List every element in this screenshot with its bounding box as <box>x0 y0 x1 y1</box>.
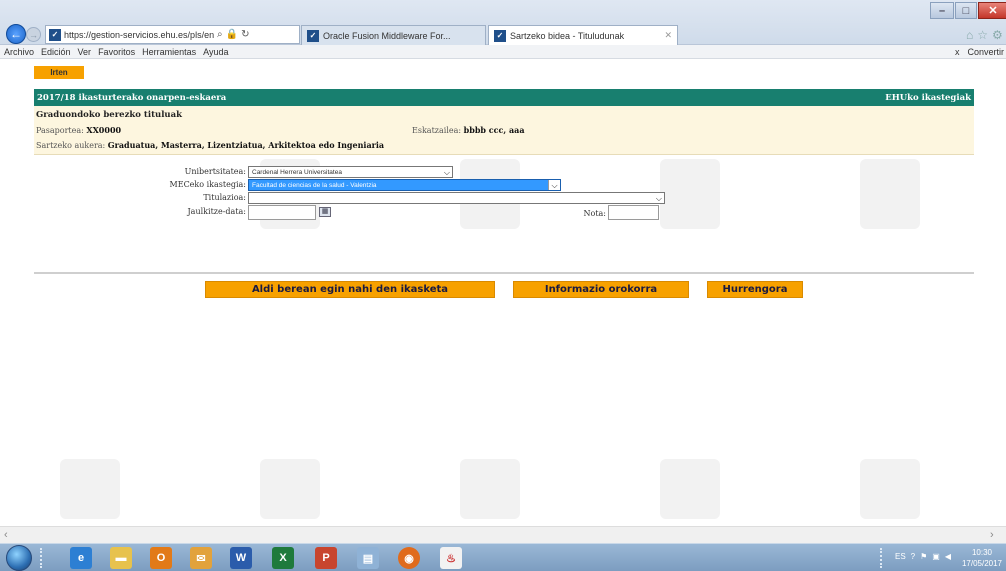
watermark-shape <box>660 459 720 519</box>
menu-bar-right: x Convertir <box>955 45 1006 59</box>
firefox-icon[interactable]: ◉ <box>398 547 420 569</box>
tab-favicon-icon: ✓ <box>307 29 319 42</box>
word-icon[interactable]: W <box>230 547 252 569</box>
watermark-shape <box>860 459 920 519</box>
university-select[interactable]: Cardenal Herrera Universitatea ⌵ <box>248 166 453 178</box>
site-favicon-icon: ✓ <box>49 28 61 41</box>
grade-label: Nota: <box>583 209 607 218</box>
clock[interactable]: 10:30 17/05/2017 <box>960 547 1004 569</box>
applicant-info-box: Graduondoko berezko tituluak Pasaportea:… <box>34 106 974 155</box>
browser-tab-sartzeko[interactable]: ✓ Sartzeko bidea - Tituludunak ✕ <box>488 25 678 45</box>
menu-favoritos[interactable]: Favoritos <box>98 47 135 57</box>
simultaneous-studies-button[interactable]: Aldi berean egin nahi den ikasketa <box>205 281 495 298</box>
network-icon[interactable]: ▣ <box>932 552 940 561</box>
close-window-button[interactable]: ✕ <box>978 2 1006 19</box>
menu-bar: Archivo Edición Ver Favoritos Herramient… <box>0 45 1006 59</box>
section-header-bar: 2017/18 ikasturterako onarpen-eskaera EH… <box>34 89 974 106</box>
flag-icon[interactable]: ⚑ <box>920 552 927 561</box>
back-button[interactable]: ← <box>6 24 26 44</box>
chevron-down-icon: ⌵ <box>655 194 662 203</box>
menu-archivo[interactable]: Archivo <box>4 47 34 57</box>
volume-icon[interactable]: ◀ <box>945 552 951 561</box>
folder-icon[interactable]: ▬ <box>110 547 132 569</box>
mec-select[interactable]: Facultad de ciencias de la salud - Valen… <box>248 179 561 191</box>
email-client-icon[interactable]: ✉ <box>190 547 212 569</box>
forward-button[interactable]: → <box>26 27 41 42</box>
exit-button[interactable]: Irten <box>34 66 84 79</box>
mec-label: MECeko ikastegia: <box>169 180 246 189</box>
watermark-shape <box>260 459 320 519</box>
degree-label: Titulazioa: <box>203 193 246 202</box>
passport-value: XX0000 <box>86 125 122 135</box>
chevron-down-icon: ⌵ <box>443 168 450 177</box>
address-bar[interactable]: ✓ https://gestion-servicios.ehu.es/pls/e… <box>45 25 300 44</box>
chevron-down-icon: ⌵ <box>548 180 560 190</box>
maximize-window-button[interactable]: □ <box>955 2 977 19</box>
watermark-shape <box>460 459 520 519</box>
university-label: Unibertsitatea: <box>184 167 246 176</box>
program-title: Graduondoko berezko tituluak <box>36 110 182 120</box>
tab-label: Oracle Fusion Middleware For... <box>323 30 451 41</box>
document-icon[interactable]: ▤ <box>357 547 379 569</box>
browser-chrome: – □ ✕ ← → ✓ https://gestion-servicios.eh… <box>0 0 1006 45</box>
outlook-icon[interactable]: O <box>150 547 172 569</box>
access-line: Sartzeko aukera: Graduatua, Masterra, Li… <box>36 140 385 150</box>
scroll-right-arrow-icon[interactable]: › <box>990 529 994 541</box>
menu-edicion[interactable]: Edición <box>41 47 71 57</box>
watermark-shape <box>60 459 120 519</box>
horizontal-scrollbar[interactable]: ‹ › <box>0 526 1006 543</box>
watermark-shape <box>860 159 920 229</box>
degree-select[interactable]: ⌵ <box>248 192 665 204</box>
windows-taskbar: e ▬ O ✉ W X P ▤ ◉ ♨ ES ? ⚑ ▣ ◀ 10:30 17/… <box>0 543 1006 571</box>
browser-tab-oracle[interactable]: ✓ Oracle Fusion Middleware For... <box>301 25 486 45</box>
toolbar-close-icon[interactable]: x <box>955 47 960 57</box>
home-star-gear-icons[interactable]: ⌂☆⚙ <box>966 28 1006 42</box>
convert-button[interactable]: Convertir <box>967 47 1004 57</box>
excel-icon[interactable]: X <box>272 547 294 569</box>
minimize-window-button[interactable]: – <box>930 2 954 19</box>
access-value: Graduatua, Masterra, Lizentziatua, Arkit… <box>107 140 385 150</box>
header-link[interactable]: EHUko ikastegiak <box>885 93 971 103</box>
refresh-icon[interactable]: ↻ <box>241 29 249 40</box>
divider <box>34 272 974 274</box>
clock-time: 10:30 <box>971 548 993 557</box>
date-label: Jaulkitze-data: <box>187 207 246 216</box>
start-button[interactable] <box>6 545 32 571</box>
grade-input[interactable] <box>608 205 659 220</box>
header-title: 2017/18 ikasturterako onarpen-eskaera <box>37 92 227 103</box>
applicant-line: Eskatzailea: bbbb ccc, aaa <box>412 125 525 135</box>
taskbar-grip <box>880 548 884 568</box>
lock-icon: 🔒 <box>225 29 239 40</box>
menu-ayuda[interactable]: Ayuda <box>203 47 228 57</box>
menu-ver[interactable]: Ver <box>78 47 92 57</box>
menu-herramientas[interactable]: Herramientas <box>142 47 196 57</box>
help-icon[interactable]: ? <box>911 552 915 561</box>
next-button[interactable]: Hurrengora <box>707 281 803 298</box>
general-info-button[interactable]: Informazio orokorra <box>513 281 689 298</box>
search-icon[interactable]: ⌕ <box>217 29 223 40</box>
date-input[interactable] <box>248 205 316 220</box>
tab-close-icon[interactable]: ✕ <box>664 30 672 41</box>
applicant-value: bbbb ccc, aaa <box>463 125 525 135</box>
clock-date: 17/05/2017 <box>961 559 1003 568</box>
powerpoint-icon[interactable]: P <box>315 547 337 569</box>
tab-label: Sartzeko bidea - Tituludunak <box>510 30 625 41</box>
language-indicator[interactable]: ES <box>895 552 906 561</box>
tab-favicon-icon: ✓ <box>494 29 506 42</box>
watermark-shape <box>660 159 720 229</box>
internet-explorer-icon[interactable]: e <box>70 547 92 569</box>
taskbar-grip <box>40 548 44 568</box>
passport-line: Pasaportea: XX0000 <box>36 125 122 135</box>
system-tray: ES ? ⚑ ▣ ◀ <box>895 552 951 561</box>
calendar-icon[interactable]: ▦ <box>319 207 331 217</box>
scroll-left-arrow-icon[interactable]: ‹ <box>4 529 8 541</box>
url-text: https://gestion-servicios.ehu.es/pls/ent… <box>64 29 214 40</box>
page-viewport: Irten 2017/18 ikasturterako onarpen-eska… <box>0 59 1006 526</box>
java-icon[interactable]: ♨ <box>440 547 462 569</box>
